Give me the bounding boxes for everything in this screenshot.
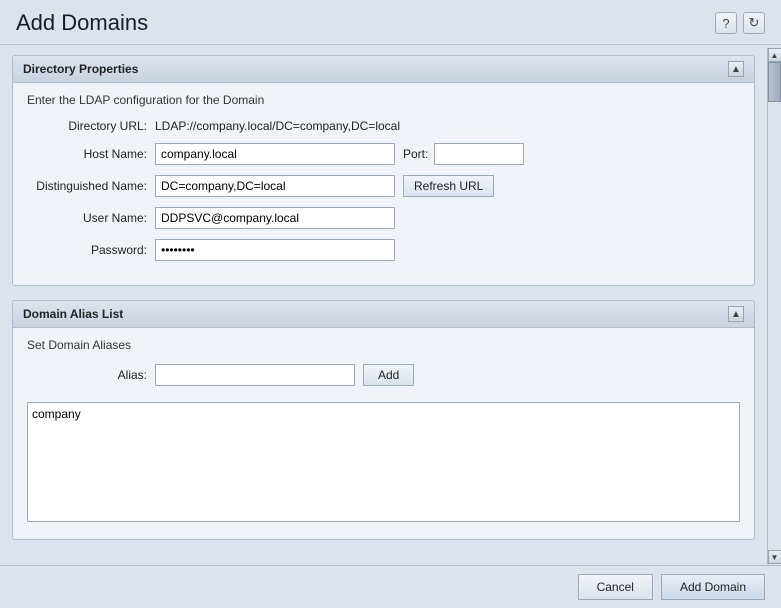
directory-url-row: Directory URL: LDAP://company.local/DC=c… — [27, 119, 740, 133]
port-label: Port: — [403, 147, 428, 161]
scroll-down-arrow[interactable]: ▼ — [768, 550, 781, 564]
page-title: Add Domains — [16, 10, 148, 36]
alias-panel: Domain Alias List ▲ Set Domain Aliases A… — [12, 300, 755, 540]
hostname-label: Host Name: — [27, 147, 147, 161]
main-container: Add Domains ? ↻ Directory Properties ▲ E… — [0, 0, 781, 608]
dn-row: Distinguished Name: Refresh URL — [27, 175, 740, 197]
directory-panel: Directory Properties ▲ Enter the LDAP co… — [12, 55, 755, 286]
refresh-url-button[interactable]: Refresh URL — [403, 175, 494, 197]
add-alias-button[interactable]: Add — [363, 364, 414, 386]
alias-input[interactable] — [155, 364, 355, 386]
add-domain-button[interactable]: Add Domain — [661, 574, 765, 600]
alias-input-row: Alias: Add — [27, 364, 740, 386]
alias-panel-header: Domain Alias List ▲ — [13, 301, 754, 328]
dn-label: Distinguished Name: — [27, 179, 147, 193]
directory-url-value: LDAP://company.local/DC=company,DC=local — [155, 119, 400, 133]
footer: Cancel Add Domain — [0, 565, 781, 608]
header: Add Domains ? ↻ — [0, 0, 781, 45]
refresh-icon[interactable]: ↻ — [743, 12, 765, 34]
dn-input[interactable] — [155, 175, 395, 197]
content-area: Directory Properties ▲ Enter the LDAP co… — [0, 45, 781, 565]
scrollbar[interactable]: ▲ ▼ — [767, 48, 781, 564]
header-icons: ? ↻ — [715, 12, 765, 34]
scroll-up-arrow[interactable]: ▲ — [768, 48, 781, 62]
alias-panel-collapse[interactable]: ▲ — [728, 306, 744, 322]
password-input[interactable] — [155, 239, 395, 261]
alias-list[interactable]: company — [27, 402, 740, 522]
scroll-track — [768, 62, 781, 550]
directory-subtitle: Enter the LDAP configuration for the Dom… — [27, 93, 740, 107]
alias-subtitle: Set Domain Aliases — [27, 338, 740, 352]
username-input[interactable] — [155, 207, 395, 229]
hostname-row: Host Name: Port: — [27, 143, 740, 165]
help-icon[interactable]: ? — [715, 12, 737, 34]
username-row: User Name: — [27, 207, 740, 229]
alias-label: Alias: — [27, 368, 147, 382]
cancel-button[interactable]: Cancel — [578, 574, 653, 600]
alias-panel-title: Domain Alias List — [23, 307, 123, 321]
directory-url-label: Directory URL: — [27, 119, 147, 133]
directory-panel-title: Directory Properties — [23, 62, 138, 76]
username-label: User Name: — [27, 211, 147, 225]
hostname-input[interactable] — [155, 143, 395, 165]
alias-panel-body: Set Domain Aliases Alias: Add company — [13, 328, 754, 539]
password-label: Password: — [27, 243, 147, 257]
scroll-thumb[interactable] — [768, 62, 781, 102]
directory-panel-body: Enter the LDAP configuration for the Dom… — [13, 83, 754, 285]
directory-panel-collapse[interactable]: ▲ — [728, 61, 744, 77]
directory-panel-header: Directory Properties ▲ — [13, 56, 754, 83]
password-row: Password: — [27, 239, 740, 261]
port-group: Port: — [403, 143, 524, 165]
port-input[interactable] — [434, 143, 524, 165]
